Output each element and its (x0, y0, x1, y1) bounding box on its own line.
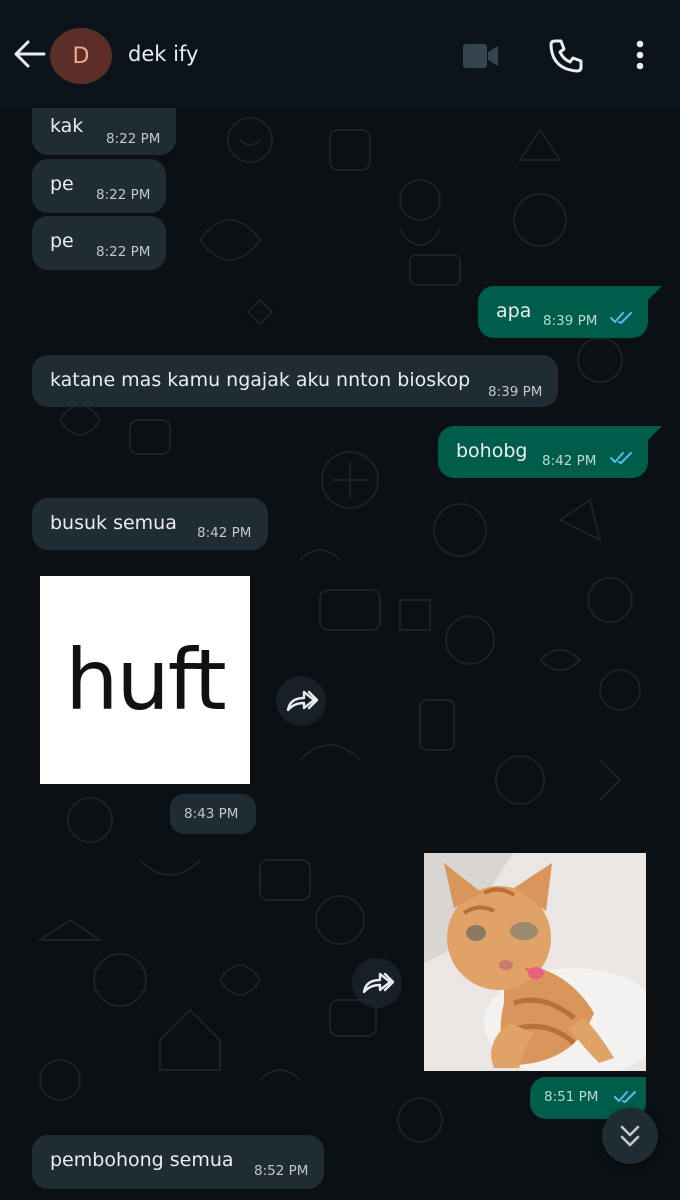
message-bubble-incoming[interactable]: pe 8:22 PM (32, 216, 166, 270)
bubble-tail (648, 426, 662, 440)
read-receipt-icon (614, 1091, 636, 1103)
cat-image (424, 853, 646, 1071)
message-text: busuk semua (50, 512, 177, 534)
message-text: pembohong semua (50, 1149, 234, 1171)
forward-icon (286, 690, 319, 712)
message-bubble-incoming[interactable]: katane mas kamu ngajak aku nnton bioskop… (32, 355, 558, 407)
more-options-icon[interactable] (628, 38, 652, 72)
message-text: bohobg (456, 440, 528, 462)
message-time: 8:22 PM (96, 187, 151, 203)
double-chevron-down-icon (620, 1125, 640, 1147)
message-time: 8:39 PM (488, 384, 543, 400)
message-time: 8:52 PM (254, 1163, 309, 1179)
forward-icon (362, 972, 395, 994)
sticker-text: huft (65, 631, 227, 729)
message-bubble-outgoing[interactable]: apa 8:39 PM (478, 286, 648, 338)
sticker-huft[interactable]: huft (40, 576, 250, 784)
voice-call-icon[interactable] (546, 36, 586, 76)
bubble-tail (648, 286, 662, 300)
back-arrow-icon[interactable] (10, 36, 50, 72)
forward-button[interactable] (276, 676, 326, 726)
message-text: pe (50, 230, 74, 252)
message-text: pe (50, 173, 74, 195)
message-text: kak (50, 115, 84, 137)
message-bubble-incoming[interactable]: pe 8:22 PM (32, 159, 166, 213)
read-receipt-icon (610, 452, 632, 464)
message-time: 8:42 PM (542, 453, 597, 469)
message-text: katane mas kamu ngajak aku nnton bioskop (50, 369, 471, 391)
message-bubble-incoming[interactable]: busuk semua 8:42 PM (32, 498, 268, 550)
scroll-to-bottom-button[interactable] (602, 1108, 658, 1164)
sticker-cat[interactable] (424, 853, 646, 1071)
read-receipt-icon (610, 312, 632, 324)
message-time: 8:39 PM (543, 313, 598, 329)
message-bubble-incoming[interactable]: kak 8:22 PM (32, 101, 176, 155)
message-time: 8:43 PM (184, 806, 239, 822)
message-text: apa (496, 300, 532, 322)
forward-button[interactable] (352, 958, 402, 1008)
message-time: 8:22 PM (96, 244, 151, 260)
message-time: 8:42 PM (197, 525, 252, 541)
chat-header: D dek ify (0, 0, 680, 108)
message-bubble-outgoing[interactable]: bohobg 8:42 PM (438, 426, 648, 478)
video-call-icon[interactable] (460, 38, 500, 74)
contact-name[interactable]: dek ify (128, 42, 198, 66)
message-time: 8:22 PM (106, 131, 161, 147)
message-time: 8:51 PM (544, 1089, 599, 1105)
message-bubble-incoming[interactable]: pembohong semua 8:52 PM (32, 1135, 324, 1189)
sticker-time: 8:43 PM (170, 794, 256, 834)
contact-avatar[interactable]: D (50, 28, 112, 84)
